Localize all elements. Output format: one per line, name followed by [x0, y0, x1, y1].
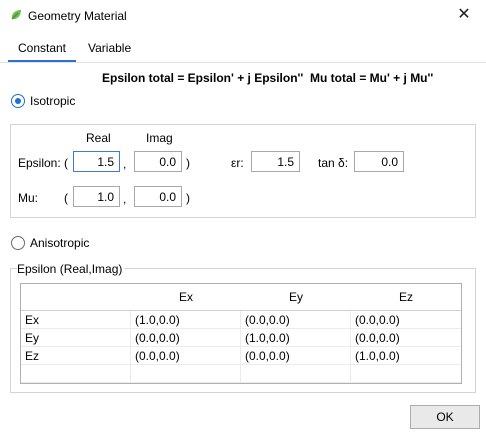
empty-row-cell: [131, 365, 241, 383]
table-cell[interactable]: (0.0,0.0): [351, 329, 461, 347]
real-column-label: Real: [86, 131, 111, 145]
epsilon-tensor-table: Ex Ey Ez Ex (1.0,0.0) (0.0,0.0) (0.0,0.0…: [20, 283, 462, 384]
epsilon-open-paren: (: [64, 156, 68, 170]
column-header-ey[interactable]: Ey: [241, 284, 352, 311]
tan-delta-label: tan δ:: [318, 156, 349, 170]
tab-divider: [0, 62, 486, 63]
tab-constant[interactable]: Constant: [8, 40, 76, 62]
epsilon-formula: Epsilon total = Epsilon' + j Epsilon'': [102, 71, 304, 85]
empty-row-cell: [21, 365, 131, 383]
tab-bar: Constant Variable: [0, 40, 486, 62]
close-icon[interactable]: ✕: [450, 3, 478, 27]
isotropic-radio[interactable]: [11, 94, 25, 108]
table-cell[interactable]: (0.0,0.0): [131, 347, 241, 365]
epsilon-label: Epsilon:: [18, 156, 61, 170]
epsilon-close-paren: ): [186, 156, 190, 170]
tab-variable[interactable]: Variable: [88, 40, 140, 60]
column-header-ez[interactable]: Ez: [351, 284, 461, 311]
table-cell[interactable]: (0.0,0.0): [351, 311, 461, 329]
mu-open-paren: (: [64, 191, 68, 205]
anisotropic-radio[interactable]: [11, 236, 25, 250]
row-header-ez: Ez: [21, 347, 131, 365]
table-cell[interactable]: (0.0,0.0): [241, 311, 351, 329]
mu-comma: ,: [123, 192, 127, 206]
table-corner-header: [21, 284, 132, 311]
table-cell[interactable]: (0.0,0.0): [241, 347, 351, 365]
er-label: εr:: [231, 156, 244, 170]
column-header-ex[interactable]: Ex: [131, 284, 242, 311]
tan-delta-input[interactable]: [354, 151, 404, 172]
mu-real-input[interactable]: [73, 186, 120, 207]
isotropic-label[interactable]: Isotropic: [30, 94, 75, 108]
geometry-material-dialog: Geometry Material ✕ Constant Variable Ep…: [0, 0, 486, 438]
table-cell[interactable]: (1.0,0.0): [351, 347, 461, 365]
epsilon-imag-input[interactable]: [134, 151, 182, 172]
anisotropic-label[interactable]: Anisotropic: [30, 236, 89, 250]
er-input[interactable]: [251, 151, 300, 172]
epsilon-real-input[interactable]: [73, 151, 120, 172]
epsilon-comma: ,: [123, 157, 127, 171]
mu-label: Mu:: [18, 191, 39, 205]
imag-column-label: Imag: [146, 131, 173, 145]
title-bar: Geometry Material ✕: [0, 0, 486, 32]
epsilon-real-imag-group-title: Epsilon (Real,Imag): [17, 262, 125, 276]
row-header-ey: Ey: [21, 329, 131, 347]
mu-formula: Mu total = Mu' + j Mu'': [310, 71, 434, 85]
ok-button[interactable]: OK: [410, 405, 480, 429]
table-cell[interactable]: (1.0,0.0): [241, 329, 351, 347]
mu-imag-input[interactable]: [134, 186, 182, 207]
mu-close-paren: ): [186, 191, 190, 205]
table-cell[interactable]: (1.0,0.0): [131, 311, 241, 329]
leaf-icon: [11, 10, 21, 20]
empty-row-cell: [351, 365, 461, 383]
row-header-ex: Ex: [21, 311, 131, 329]
window-title: Geometry Material: [28, 9, 127, 23]
empty-row-cell: [241, 365, 351, 383]
table-cell[interactable]: (0.0,0.0): [131, 329, 241, 347]
